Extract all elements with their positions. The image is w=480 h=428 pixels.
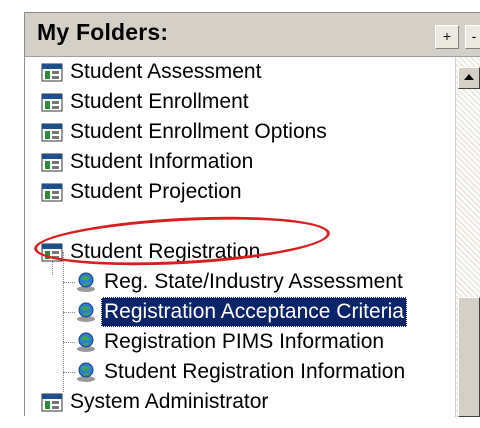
- tree-item-label: Student Assessment: [70, 60, 262, 83]
- tree-connector: [63, 372, 75, 373]
- tree-connector: [63, 252, 64, 392]
- tree-item-label: Student Registration: [70, 240, 261, 263]
- scroll-up-button[interactable]: [458, 67, 480, 89]
- globe-report-icon: [77, 302, 95, 322]
- tree-item-label: Student Enrollment Options: [70, 120, 327, 143]
- tree-connector: [63, 282, 75, 283]
- vertical-scrollbar[interactable]: [455, 57, 480, 417]
- tree-item-label: Student Enrollment: [70, 90, 249, 113]
- tree-connector: [63, 312, 75, 313]
- my-folders-panel: My Folders: + - Student Assessment Stude…: [24, 12, 480, 417]
- tree-item-label: System Administrator: [70, 390, 269, 413]
- tree-connector: [52, 261, 53, 275]
- tree-item-label: Student Registration Information: [104, 360, 406, 383]
- report-folder-icon: [41, 153, 63, 172]
- report-folder-icon: [41, 393, 63, 412]
- tree-item-label: Registration Acceptance Criteria: [101, 297, 407, 327]
- globe-report-icon: [77, 332, 95, 352]
- report-folder-icon: [41, 63, 63, 82]
- report-folder-icon: [41, 123, 63, 142]
- globe-report-icon: [77, 272, 95, 292]
- globe-report-icon: [77, 362, 95, 382]
- report-folder-icon: [41, 243, 63, 262]
- arrow-up-icon: [464, 74, 474, 80]
- panel-title: My Folders:: [37, 19, 169, 45]
- add-folder-button[interactable]: +: [435, 25, 459, 49]
- panel-header: My Folders: + -: [25, 13, 480, 57]
- tree-item-label: Student Projection: [70, 180, 242, 203]
- tree-connector: [63, 342, 75, 343]
- report-folder-icon: [41, 183, 63, 202]
- tree-item-label: Student Information: [70, 150, 254, 173]
- scroll-thumb[interactable]: [458, 297, 480, 417]
- folder-tree: Student Assessment Student Enrollment St…: [25, 57, 455, 417]
- tree-item-label: Registration PIMS Information: [104, 330, 385, 353]
- report-folder-icon: [41, 93, 63, 112]
- tree-item-label: Reg. State/Industry Assessment: [104, 270, 403, 293]
- remove-folder-button[interactable]: -: [465, 25, 480, 49]
